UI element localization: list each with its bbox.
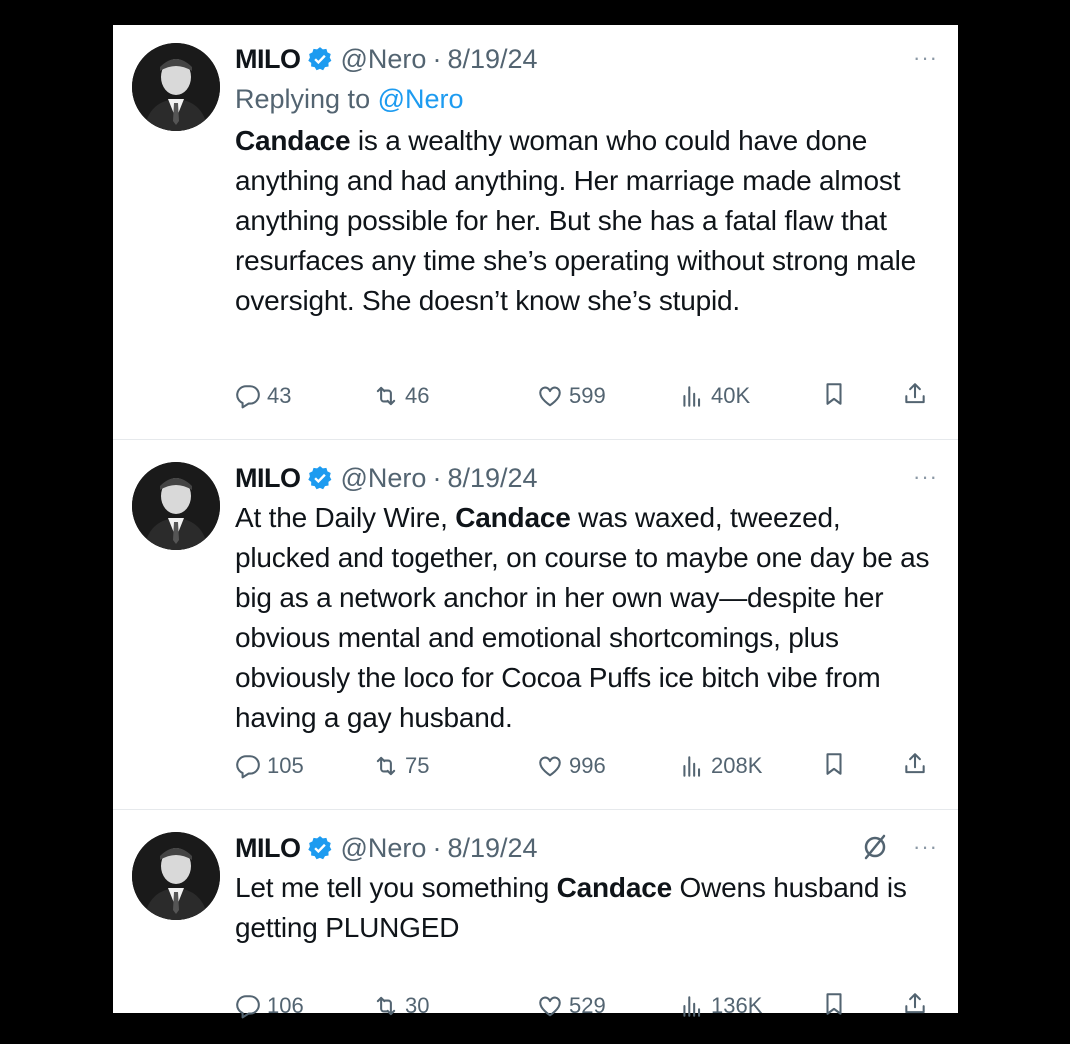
tweet-body: MILO @Nero · 8/19/24 ··· Replying to @Ne… <box>235 41 938 321</box>
reply-count: 43 <box>267 383 292 408</box>
repost-button[interactable]: 46 <box>373 383 429 409</box>
share-button[interactable] <box>902 991 928 1022</box>
more-options-icon[interactable]: ··· <box>913 834 938 860</box>
repost-icon <box>376 756 396 776</box>
repost-button[interactable]: 30 <box>373 993 429 1019</box>
reply-icon <box>236 755 260 779</box>
text-segment: Let me tell you something <box>235 872 557 903</box>
replying-to-label: Replying to <box>235 84 378 114</box>
tweet-header: MILO @Nero · 8/19/24 <box>235 41 938 77</box>
tweet[interactable]: MILO @Nero · 8/19/24 ··· At the Daily Wi… <box>113 440 958 809</box>
reply-button[interactable]: 106 <box>235 993 304 1019</box>
highlighted-term: Candace <box>455 502 571 533</box>
tweet-header: MILO @Nero · 8/19/24 <box>235 460 938 496</box>
avatar[interactable] <box>132 832 220 920</box>
tweet-body: MILO @Nero · 8/19/24 ··· At the Daily Wi… <box>235 460 938 738</box>
views-chart-icon <box>683 386 701 407</box>
grok-slash-icon[interactable] <box>860 832 890 862</box>
text-segment: At the Daily Wire, <box>235 502 456 533</box>
separator-dot: · <box>432 832 442 863</box>
share-icon <box>905 752 925 773</box>
repost-icon <box>376 996 396 1016</box>
handle[interactable]: @Nero <box>341 463 427 494</box>
avatar[interactable] <box>132 462 220 550</box>
avatar[interactable] <box>132 43 220 131</box>
tweet-header: MILO @Nero · 8/19/24 <box>235 830 938 866</box>
timestamp[interactable]: 8/19/24 <box>447 463 537 494</box>
views-button[interactable]: 136K <box>679 993 762 1019</box>
repost-count: 30 <box>405 993 430 1018</box>
bookmark-button[interactable] <box>821 991 847 1022</box>
timestamp[interactable]: 8/19/24 <box>447 44 537 75</box>
verified-badge-icon <box>307 466 331 490</box>
tweet-text: Let me tell you something Candace Owens … <box>235 868 938 948</box>
reply-icon <box>236 995 260 1019</box>
reply-icon <box>236 385 260 409</box>
text-segment: was waxed, tweezed, plucked and together… <box>235 502 930 733</box>
tweet-text: Candace is a wealthy woman who could hav… <box>235 121 938 321</box>
repost-icon <box>376 386 396 406</box>
handle[interactable]: @Nero <box>341 44 427 75</box>
repost-button[interactable]: 75 <box>373 753 429 779</box>
highlighted-term: Candace <box>556 872 673 903</box>
like-button[interactable]: 996 <box>537 753 606 779</box>
like-button[interactable]: 599 <box>537 383 606 409</box>
action-bar: 106 30 529 136K <box>235 990 938 1022</box>
profile-photo-icon <box>132 462 220 550</box>
tweet[interactable]: MILO @Nero · 8/19/24 ··· Replying to @Ne… <box>113 25 958 439</box>
views-chart-icon <box>683 756 701 777</box>
share-button[interactable] <box>902 381 928 412</box>
heart-icon <box>539 756 561 777</box>
verified-badge-icon <box>307 836 331 860</box>
share-icon <box>905 382 925 403</box>
bookmark-button[interactable] <box>821 381 847 412</box>
bookmark-button[interactable] <box>821 751 847 782</box>
separator-dot: · <box>432 462 442 493</box>
heart-icon <box>539 996 561 1017</box>
timestamp[interactable]: 8/19/24 <box>447 833 537 864</box>
display-name[interactable]: MILO <box>235 833 301 864</box>
tweet-thread: MILO @Nero · 8/19/24 ··· Replying to @Ne… <box>113 25 958 1019</box>
repost-count: 75 <box>405 753 430 778</box>
views-button[interactable]: 40K <box>679 383 750 409</box>
like-button[interactable]: 529 <box>537 993 606 1019</box>
reply-count: 105 <box>267 753 304 778</box>
replying-to: Replying to @Nero <box>235 83 938 115</box>
reply-button[interactable]: 105 <box>235 753 304 779</box>
like-count: 529 <box>569 993 606 1018</box>
tweet-body: MILO @Nero · 8/19/24 ··· Let me tell you… <box>235 830 938 948</box>
views-count: 208K <box>711 753 763 778</box>
bookmark-icon <box>826 752 842 775</box>
more-options-icon[interactable]: ··· <box>913 464 938 490</box>
display-name[interactable]: MILO <box>235 44 301 75</box>
display-name[interactable]: MILO <box>235 463 301 494</box>
views-count: 136K <box>711 993 763 1018</box>
tweet-text: At the Daily Wire, Candace was waxed, tw… <box>235 498 938 738</box>
highlighted-term: Candace <box>235 125 351 156</box>
tweet[interactable]: MILO @Nero · 8/19/24 ··· Let me tell you… <box>113 810 958 1019</box>
share-button[interactable] <box>902 751 928 782</box>
replying-to-link[interactable]: @Nero <box>378 84 464 114</box>
views-button[interactable]: 208K <box>679 753 762 779</box>
heart-icon <box>539 386 561 407</box>
like-count: 599 <box>569 383 606 408</box>
profile-photo-icon <box>132 43 220 131</box>
share-icon <box>905 992 925 1013</box>
reply-count: 106 <box>267 993 304 1018</box>
bookmark-icon <box>826 382 842 405</box>
views-chart-icon <box>683 996 701 1017</box>
reply-button[interactable]: 43 <box>235 383 291 409</box>
views-count: 40K <box>711 383 751 408</box>
handle[interactable]: @Nero <box>341 833 427 864</box>
profile-photo-icon <box>132 832 220 920</box>
action-bar: 105 75 996 208K <box>235 750 938 782</box>
action-bar: 43 46 599 40K <box>235 380 938 412</box>
more-options-icon[interactable]: ··· <box>913 45 938 71</box>
repost-count: 46 <box>405 383 430 408</box>
like-count: 996 <box>569 753 606 778</box>
verified-badge-icon <box>307 47 331 71</box>
separator-dot: · <box>432 43 442 74</box>
bookmark-icon <box>826 992 842 1015</box>
